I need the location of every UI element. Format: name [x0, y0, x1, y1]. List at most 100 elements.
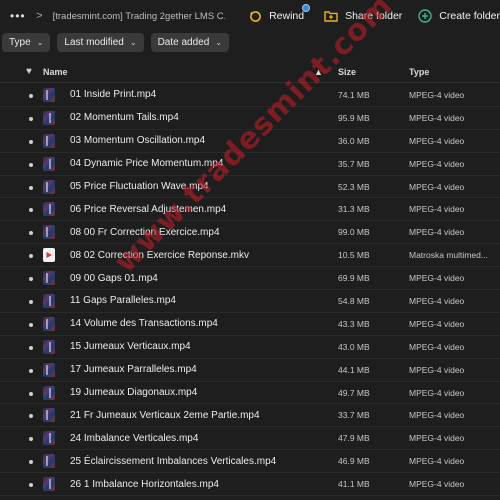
- file-type: MPEG-4 video: [409, 181, 465, 192]
- row-bullet-icon: [29, 391, 33, 396]
- file-type: MPEG-4 video: [409, 341, 465, 352]
- file-type: MPEG-4 video: [409, 158, 465, 169]
- breadcrumb-separator: >: [36, 10, 43, 22]
- video-thumbnail-icon: [43, 316, 55, 331]
- type-filter[interactable]: Type ⌄: [2, 32, 51, 52]
- row-bullet-icon: [29, 322, 33, 327]
- file-type: MPEG-4 video: [409, 479, 465, 490]
- video-thumbnail-icon: [43, 202, 55, 217]
- table-row[interactable]: 03 Momentum Oscillation.mp4 36.0 MB MPEG-4…: [0, 130, 500, 153]
- chevron-down-icon: ⌄: [129, 37, 137, 47]
- file-name[interactable]: 04 Dynamic Price Momentum.mp4: [70, 158, 223, 169]
- video-thumbnail-icon: [43, 225, 55, 240]
- table-row[interactable]: 17 Jumeaux Parralleles.mp4 44.1 MB MPEG-4 …: [0, 359, 500, 382]
- file-name[interactable]: 08 00 Fr Correction Exercice.mp4: [70, 227, 220, 238]
- row-bullet-icon: [29, 139, 33, 144]
- type-filter-label: Type: [9, 36, 31, 48]
- file-name[interactable]: 03 Momentum Oscillation.mp4: [70, 135, 205, 146]
- row-bullet-icon: [29, 345, 33, 350]
- table-row[interactable]: 09 00 Gaps 01.mp4 69.9 MB MPEG-4 video: [0, 267, 500, 291]
- table-row[interactable]: 14 Volume des Transactions.mp4 43.3 MB MPE…: [0, 313, 500, 336]
- file-name[interactable]: 06 Price Reversal Adjustemen.mp4: [70, 204, 226, 215]
- row-bullet-icon: [29, 414, 33, 419]
- video-thumbnail-icon: [43, 385, 55, 400]
- date-added-filter[interactable]: Date added ⌄: [150, 32, 229, 52]
- video-thumbnail-icon: [43, 133, 55, 148]
- file-type: MPEG-4 video: [409, 204, 465, 215]
- table-row[interactable]: 26 1 Imbalance Horizontales.mp4 41.1 MB MP…: [0, 473, 500, 497]
- table-row[interactable]: 21 Fr Jumeaux Verticaux 2eme Partie.mp4 3…: [0, 404, 500, 428]
- file-name[interactable]: 14 Volume des Transactions.mp4: [70, 318, 218, 329]
- row-bullet-icon: [29, 300, 33, 305]
- notification-badge: [302, 3, 311, 12]
- file-list: 01 Inside Print.mp4 74.1 MB MPEG-4 video 02…: [0, 84, 500, 497]
- table-row[interactable]: 01 Inside Print.mp4 74.1 MB MPEG-4 video: [0, 84, 500, 107]
- file-type: MPEG-4 video: [409, 387, 465, 398]
- file-type: MPEG-4 video: [409, 273, 465, 284]
- table-row[interactable]: 06 Price Reversal Adjustemen.mp4 31.3 MB M…: [0, 198, 500, 222]
- play-icon: [43, 248, 55, 263]
- file-size: 10.5 MB: [338, 250, 370, 261]
- more-options-icon[interactable]: •••: [10, 9, 28, 23]
- file-size: 52.3 MB: [338, 181, 370, 192]
- breadcrumb[interactable]: [tradesmint.com] Trading 2gether LMS C..…: [53, 11, 225, 22]
- file-size: 33.7 MB: [338, 410, 370, 421]
- file-type: MPEG-4 video: [409, 433, 465, 444]
- file-size: 46.9 MB: [338, 456, 370, 467]
- file-size: 31.3 MB: [338, 204, 370, 215]
- file-name[interactable]: 01 Inside Print.mp4: [70, 89, 156, 100]
- table-row[interactable]: 11 Gaps Paralleles.mp4 54.8 MB MPEG-4 vide…: [0, 290, 500, 313]
- file-name[interactable]: 21 Fr Jumeaux Verticaux 2eme Partie.mp4: [70, 410, 260, 421]
- row-bullet-icon: [29, 231, 33, 236]
- file-type: MPEG-4 video: [409, 135, 465, 146]
- file-name[interactable]: 11 Gaps Paralleles.mp4: [70, 295, 176, 306]
- size-column-header[interactable]: Size: [338, 67, 356, 77]
- table-row[interactable]: 08 02 Correction Exercice Reponse.mkv 10.…: [0, 244, 500, 268]
- file-size: 41.1 MB: [338, 479, 370, 490]
- sort-arrow-icon[interactable]: ▲: [314, 67, 323, 77]
- file-size: 43.0 MB: [338, 341, 370, 352]
- last-modified-filter[interactable]: Last modified ⌄: [57, 32, 144, 52]
- table-row[interactable]: 24 Imbalance Verticales.mp4 47.9 MB MPEG-4…: [0, 427, 500, 451]
- file-type: MPEG-4 video: [409, 89, 465, 100]
- row-bullet-icon: [29, 483, 33, 488]
- file-size: 43.3 MB: [338, 318, 370, 329]
- share-folder-icon: [324, 10, 338, 22]
- table-row[interactable]: 04 Dynamic Price Momentum.mp4 35.7 MB MPEG…: [0, 153, 500, 176]
- file-name[interactable]: 09 00 Gaps 01.mp4: [70, 273, 158, 284]
- file-size: 44.1 MB: [338, 364, 370, 375]
- video-thumbnail-icon: [43, 271, 55, 286]
- file-name[interactable]: 24 Imbalance Verticales.mp4: [70, 433, 198, 444]
- file-name[interactable]: 08 02 Correction Exercice Reponse.mkv: [70, 250, 249, 261]
- chevron-down-icon: ⌄: [36, 37, 44, 47]
- favorite-heart-icon[interactable]: ♥: [26, 66, 32, 77]
- file-name[interactable]: 05 Price Fluctuation Wave.mp4: [70, 181, 209, 192]
- file-name[interactable]: 25 Éclaircissement Imbalances Verticales…: [70, 456, 276, 467]
- file-name[interactable]: 02 Momentum Tails.mp4: [70, 112, 179, 123]
- table-row[interactable]: 02 Momentum Tails.mp4 95.9 MB MPEG-4 video: [0, 107, 500, 130]
- file-name[interactable]: 19 Jumeaux Diagonaux.mp4: [70, 387, 197, 398]
- row-bullet-icon: [29, 185, 33, 190]
- file-size: 54.8 MB: [338, 295, 370, 306]
- file-size: 95.9 MB: [338, 112, 370, 123]
- table-row[interactable]: 05 Price Fluctuation Wave.mp4 52.3 MB MPEG…: [0, 176, 500, 199]
- type-column-header[interactable]: Type: [409, 67, 429, 77]
- table-row[interactable]: 25 Éclaircissement Imbalances Verticales…: [0, 450, 500, 474]
- file-size: 47.9 MB: [338, 433, 370, 444]
- file-name[interactable]: 15 Jumeaux Verticaux.mp4: [70, 341, 191, 352]
- video-thumbnail-icon: [43, 362, 55, 377]
- file-name[interactable]: 17 Jumeaux Parralleles.mp4: [70, 364, 197, 375]
- table-row[interactable]: 19 Jumeaux Diagonaux.mp4 49.7 MB MPEG-4 vi…: [0, 382, 500, 405]
- file-size: 35.7 MB: [338, 158, 370, 169]
- file-type: MPEG-4 video: [409, 227, 465, 238]
- file-name[interactable]: 26 1 Imbalance Horizontales.mp4: [70, 479, 219, 490]
- table-row[interactable]: 08 00 Fr Correction Exercice.mp4 99.0 MB M…: [0, 221, 500, 245]
- top-toolbar: ••• > [tradesmint.com] Trading 2gether L…: [0, 0, 500, 32]
- share-folder-button[interactable]: Share folder: [324, 10, 402, 22]
- row-bullet-icon: [29, 460, 33, 465]
- table-row[interactable]: 15 Jumeaux Verticaux.mp4 43.0 MB MPEG-4 vi…: [0, 336, 500, 359]
- name-column-header[interactable]: Name: [43, 67, 68, 77]
- file-type: MPEG-4 video: [409, 410, 465, 421]
- rewind-button[interactable]: Rewind: [249, 3, 311, 23]
- create-folder-button[interactable]: Create folder: [418, 9, 500, 23]
